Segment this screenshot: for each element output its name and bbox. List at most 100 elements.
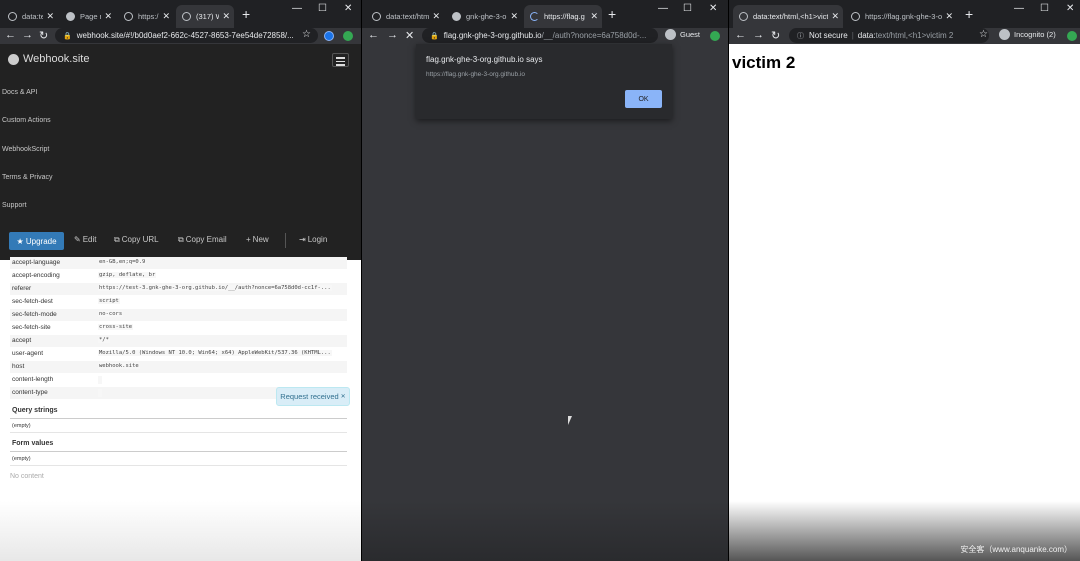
close-icon[interactable]: ✕ bbox=[162, 11, 170, 22]
globe-icon bbox=[739, 12, 748, 21]
star-icon[interactable]: ☆ bbox=[302, 29, 311, 40]
profile-button[interactable]: Guest bbox=[665, 29, 700, 40]
profile-icon[interactable] bbox=[324, 31, 334, 41]
menu-item-terms[interactable]: Terms & Privacy bbox=[2, 174, 53, 181]
tab[interactable]: https:/ ✕ bbox=[118, 5, 174, 28]
minimize-button[interactable]: — bbox=[1014, 3, 1024, 14]
forward-icon[interactable]: → bbox=[22, 29, 33, 41]
request-received-toast[interactable]: Request received ✕ bbox=[276, 387, 350, 406]
reload-icon[interactable]: ↻ bbox=[771, 29, 780, 42]
edit-button[interactable]: ✎ Edit bbox=[74, 235, 97, 244]
tab[interactable]: data:text/html ✕ bbox=[366, 5, 444, 28]
table-row: host webhook.site bbox=[10, 361, 347, 373]
new-tab-button[interactable]: + bbox=[608, 6, 616, 22]
maximize-button[interactable]: ☐ bbox=[318, 3, 327, 14]
new-tab-button[interactable]: + bbox=[965, 6, 973, 22]
tab-active[interactable]: data:text/html,<h1>victi ✕ bbox=[733, 5, 843, 28]
section-title: Query strings bbox=[12, 407, 58, 414]
reload-icon[interactable]: ↻ bbox=[39, 29, 48, 42]
tab-active[interactable]: (317) W ✕ bbox=[176, 5, 234, 28]
close-icon[interactable]: ✕ bbox=[590, 11, 598, 22]
tab-active[interactable]: https://flag.g ✕ bbox=[524, 5, 602, 28]
close-icon[interactable]: ✕ bbox=[945, 11, 953, 22]
url-scheme: data: bbox=[857, 31, 876, 40]
star-icon[interactable]: ☆ bbox=[979, 29, 988, 40]
new-tab-button[interactable]: + bbox=[242, 6, 250, 22]
extension-icon[interactable] bbox=[343, 31, 353, 41]
header-value: */* bbox=[98, 337, 110, 343]
copy-url-button[interactable]: ⧉ Copy URL bbox=[114, 235, 159, 245]
tab[interactable]: Page n ✕ bbox=[60, 5, 116, 28]
table-row: sec-fetch-site cross-site bbox=[10, 322, 347, 334]
menu-item-custom-actions[interactable]: Custom Actions bbox=[2, 117, 51, 124]
menu-item-docs[interactable]: Docs & API bbox=[2, 89, 37, 96]
incognito-button[interactable]: Incognito (2) bbox=[999, 29, 1056, 40]
edit-label: Edit bbox=[82, 235, 97, 244]
github-icon bbox=[66, 12, 75, 21]
login-button[interactable]: ⇥ Login bbox=[299, 235, 327, 244]
not-secure-label: Not secure bbox=[809, 31, 848, 40]
table-row: user-agent Mozilla/5.0 (Windows NT 10.0; … bbox=[10, 348, 347, 360]
loading-icon bbox=[530, 12, 539, 21]
address-bar[interactable]: 🔒 webhook.site/#!/b0d0aef2-662c-4527-865… bbox=[55, 28, 318, 43]
header-key: sec-fetch-dest bbox=[12, 298, 53, 305]
webhook-navbar: Webhook.site Docs & API Custom Actions W… bbox=[0, 44, 361, 260]
close-icon[interactable]: ✕ bbox=[831, 11, 839, 22]
table-row: referer https://test-3.gnk-ghe-3-org.gith… bbox=[10, 283, 347, 295]
back-icon[interactable]: ← bbox=[368, 29, 379, 41]
plus-icon: + bbox=[246, 235, 251, 244]
left-browser-window: data:te ✕ Page n ✕ https:/ ✕ (317) W ✕ +… bbox=[0, 0, 361, 561]
close-icon[interactable]: ✕ bbox=[432, 11, 440, 22]
tab-label: https:/ bbox=[138, 12, 159, 21]
profile-label: Incognito (2) bbox=[1014, 30, 1056, 39]
hamburger-menu-icon[interactable] bbox=[332, 53, 349, 67]
close-icon[interactable]: ✕ bbox=[222, 11, 230, 22]
bottom-fade bbox=[362, 501, 728, 561]
minimize-button[interactable]: — bbox=[658, 3, 668, 14]
header-key: host bbox=[12, 363, 25, 370]
back-icon[interactable]: ← bbox=[5, 29, 16, 41]
close-icon[interactable]: ✕ bbox=[510, 11, 518, 22]
close-icon[interactable]: ✕ bbox=[46, 11, 54, 22]
copy-email-button[interactable]: ⧉ Copy Email bbox=[178, 235, 227, 245]
close-icon[interactable]: ✕ bbox=[341, 393, 346, 400]
stop-icon[interactable]: ✕ bbox=[405, 29, 414, 42]
upgrade-button[interactable]: ★ Upgrade bbox=[9, 232, 64, 250]
maximize-button[interactable]: ☐ bbox=[1040, 3, 1049, 14]
tab-label: (317) W bbox=[196, 12, 220, 21]
new-button[interactable]: + New bbox=[246, 235, 269, 244]
extension-icon[interactable] bbox=[1067, 31, 1077, 41]
address-bar[interactable]: 🔒 flag.gnk-ghe-3-org.github.io/__/auth?n… bbox=[422, 28, 658, 43]
new-label: New bbox=[252, 235, 269, 244]
tab-strip: data:text/html ✕ gnk-ghe-3-o ✕ https://f… bbox=[362, 0, 728, 28]
table-row: accept-language en-GB,en;q=0.9 bbox=[10, 257, 347, 269]
minimize-button[interactable]: — bbox=[292, 3, 302, 14]
close-icon[interactable]: ✕ bbox=[104, 11, 112, 22]
tab[interactable]: gnk-ghe-3-o ✕ bbox=[446, 5, 522, 28]
tab-strip: data:text/html,<h1>victi ✕ https://flag.… bbox=[729, 0, 1080, 28]
close-window-button[interactable]: ✕ bbox=[1066, 3, 1074, 14]
extension-icon[interactable] bbox=[710, 31, 720, 41]
forward-icon[interactable]: → bbox=[753, 29, 764, 41]
menu-item-webhookscript[interactable]: WebhookScript bbox=[2, 146, 49, 153]
close-window-button[interactable]: ✕ bbox=[344, 3, 352, 14]
tab-label: gnk-ghe-3-o bbox=[466, 12, 507, 21]
menu-item-support[interactable]: Support bbox=[2, 202, 27, 209]
request-details: accept-language en-GB,en;q=0.9 accept-enc… bbox=[0, 257, 361, 561]
maximize-button[interactable]: ☐ bbox=[683, 3, 692, 14]
ok-button[interactable]: OK bbox=[625, 90, 662, 108]
tab[interactable]: https://flag.gnk-ghe-3-o ✕ bbox=[845, 5, 957, 28]
header-key: accept bbox=[12, 337, 32, 344]
table-row: content-length bbox=[10, 374, 347, 386]
dialog-title: flag.gnk-ghe-3-org.github.io says bbox=[426, 55, 543, 64]
address-bar[interactable]: ⓘ Not secure | data: text/html,<h1>victim… bbox=[789, 28, 989, 43]
close-window-button[interactable]: ✕ bbox=[709, 3, 717, 14]
brand[interactable]: Webhook.site bbox=[8, 53, 89, 65]
back-icon[interactable]: ← bbox=[735, 29, 746, 41]
avatar bbox=[665, 29, 676, 40]
info-icon: ⓘ bbox=[797, 32, 804, 40]
divider bbox=[285, 233, 286, 248]
tab[interactable]: data:te ✕ bbox=[2, 5, 58, 28]
brand-label: Webhook.site bbox=[23, 53, 90, 65]
forward-icon[interactable]: → bbox=[387, 29, 398, 41]
